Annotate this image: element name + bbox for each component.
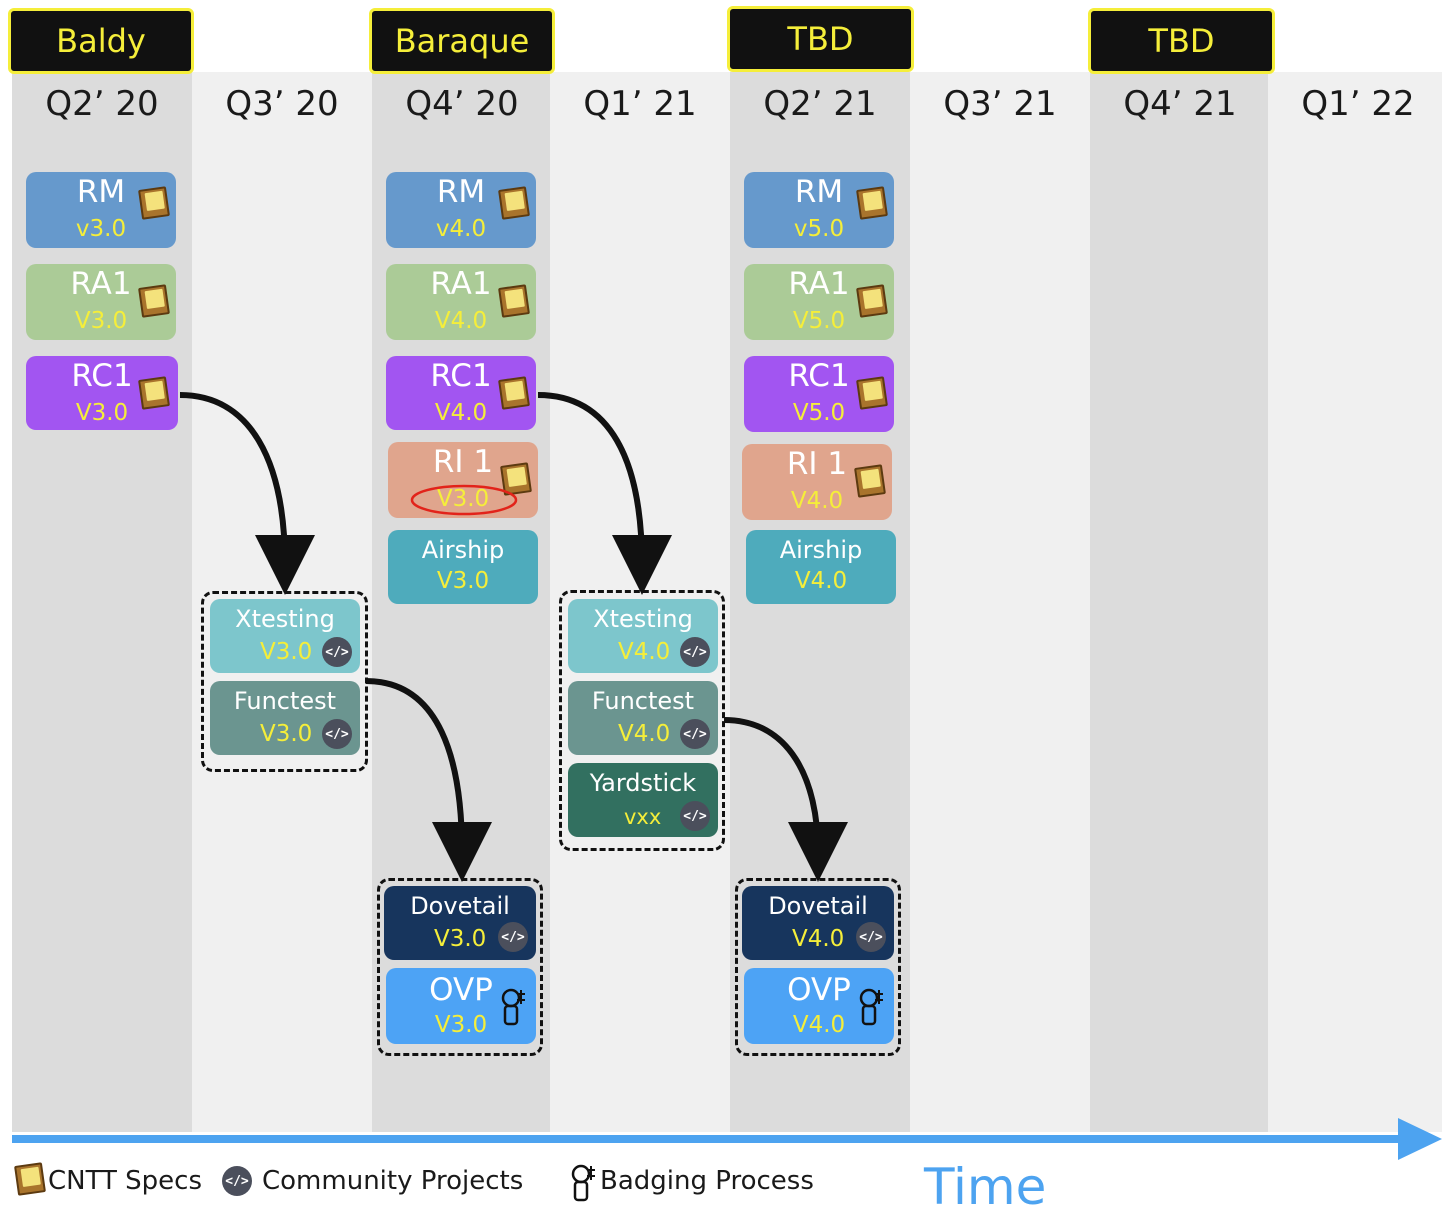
legend-specs-label: CNTT Specs: [48, 1166, 203, 1196]
legend-community-label: Community Projects: [262, 1166, 524, 1196]
legend-badging-label: Badging Process: [600, 1166, 814, 1196]
time-axis-label: Time: [924, 1158, 1047, 1216]
code-icon: </>: [222, 1166, 252, 1196]
book-icon: [14, 1162, 46, 1196]
time-arrow: [12, 1118, 1442, 1160]
flow-arrows: [179, 392, 848, 882]
arrow-functest-to-dovetail-q4-20: [365, 678, 492, 882]
arrow-rc1-to-xtesting-q1-21: [537, 392, 672, 595]
arrow-rc1-to-xtesting-q3-20: [179, 392, 315, 595]
arrow-functest-to-dovetail-q2-21: [723, 717, 848, 882]
badge-ribbon-icon: [571, 1164, 595, 1202]
